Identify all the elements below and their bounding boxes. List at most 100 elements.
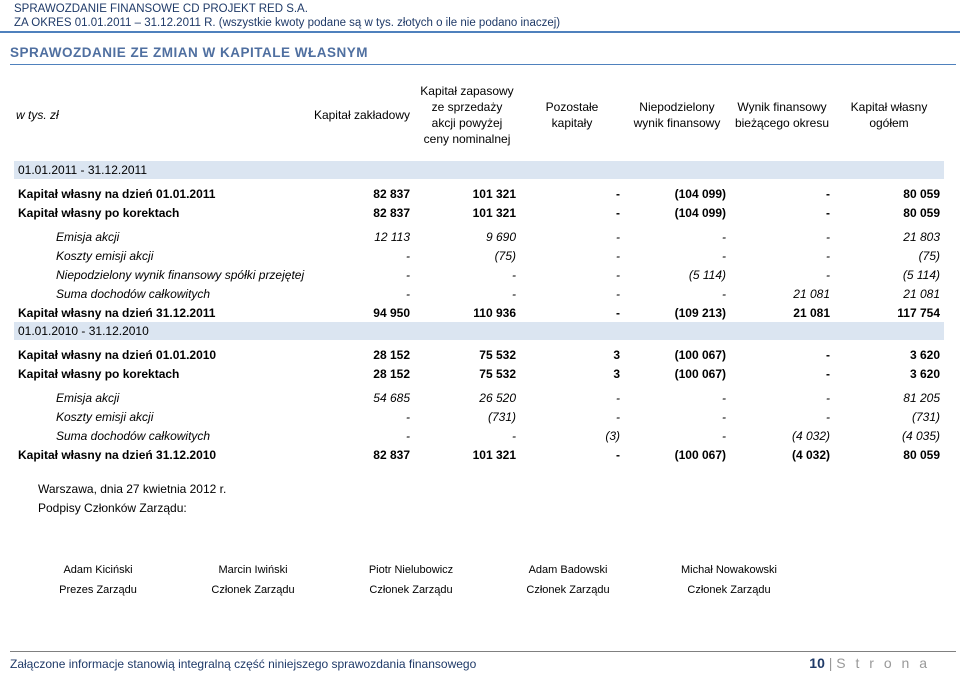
row-label: Koszty emisji akcji	[56, 248, 154, 263]
row-value: -	[406, 286, 410, 301]
signatory-role: Członek Zarządu	[526, 584, 610, 596]
row-value: -	[722, 390, 726, 405]
row-value: -	[512, 428, 516, 443]
row-label: Kapitał własny na dzień 31.12.2010	[18, 447, 217, 462]
row-value: -	[826, 267, 830, 282]
row-value: 94 950	[373, 305, 410, 320]
row-value: (100 067)	[674, 347, 726, 362]
table-row: Emisja akcji 12 113 9 690 - - - 21 803	[14, 227, 944, 246]
table-row: Kapitał własny na dzień 31.12.2010 82 837…	[14, 445, 944, 464]
signatory-name: Adam Kiciński	[63, 564, 133, 576]
row-value: 3	[613, 347, 620, 362]
row-value: -	[826, 186, 830, 201]
signatures-label: Podpisy Członków Zarządu:	[38, 501, 187, 515]
row-value: (100 067)	[674, 447, 726, 462]
section-rule	[10, 64, 956, 65]
row-label: Suma dochodów całkowitych	[56, 286, 211, 301]
row-label: Kapitał własny po korektach	[18, 366, 180, 381]
signatory-name: Piotr Nielubowicz	[368, 564, 454, 576]
period-label: 01.01.2011 - 31.12.2011	[14, 161, 944, 179]
table-row: Kapitał własny po korektach 82 837 101 321…	[14, 203, 944, 222]
period-label: 01.01.2010 - 31.12.2010	[14, 322, 944, 340]
row-label: Kapitał własny po korektach	[18, 205, 180, 220]
row-label: Emisja akcji	[56, 229, 120, 244]
row-value: (104 099)	[674, 205, 726, 220]
row-value: 80 059	[903, 205, 940, 220]
table-row: Koszty emisji akcji - (731) - - - (731)	[14, 407, 944, 426]
row-value: 82 837	[373, 186, 410, 201]
row-value: -	[722, 286, 726, 301]
row-value: -	[616, 267, 620, 282]
period-row: 01.01.2011 - 31.12.2011	[14, 161, 944, 179]
row-label: Kapitał własny na dzień 01.01.2010	[18, 347, 217, 362]
row-value: (100 067)	[674, 366, 726, 381]
period-row: 01.01.2010 - 31.12.2010	[14, 322, 944, 340]
row-value: 110 936	[473, 305, 516, 320]
row-value: 82 837	[373, 447, 410, 462]
row-value: -	[722, 428, 726, 443]
row-label: Kapitał własny na dzień 01.01.2011	[18, 186, 216, 201]
row-value: 54 685	[373, 390, 410, 405]
row-label: Suma dochodów całkowitych	[56, 428, 211, 443]
footer-note: Załączone informacje stanowią integralną…	[10, 657, 477, 671]
row-value: 3	[613, 366, 620, 381]
row-value: (4 032)	[791, 428, 830, 443]
table-header-row: w tys. zł Kapitał zakładowy Kapitał zapa…	[14, 73, 944, 156]
row-label: Niepodzielony wynik finansowy spółki prz…	[56, 267, 305, 282]
row-value: 101 321	[472, 447, 516, 462]
row-value: 21 081	[793, 286, 830, 301]
equity-changes-table: w tys. zł Kapitał zakładowy Kapitał zapa…	[14, 73, 944, 464]
row-value: (4 032)	[791, 447, 830, 462]
signatory-name: Adam Badowski	[528, 564, 608, 576]
row-value: (4 035)	[901, 428, 940, 443]
row-value: 101 321	[472, 205, 516, 220]
page-word: S t r o n a	[836, 655, 930, 671]
row-value: (731)	[911, 409, 940, 424]
row-value: 21 803	[903, 229, 940, 244]
row-label: Emisja akcji	[56, 390, 120, 405]
table-row: Kapitał własny na dzień 01.01.2011 82 837…	[14, 184, 944, 203]
row-value: -	[406, 267, 410, 282]
row-value: -	[826, 229, 830, 244]
row-value: 82 837	[373, 205, 410, 220]
table-row: Suma dochodów całkowitych - - - - 21 081 21 08…	[14, 284, 944, 303]
row-label: Koszty emisji akcji	[56, 409, 154, 424]
row-value: -	[826, 366, 830, 381]
row-value: 3 620	[909, 347, 940, 362]
row-value: 75 532	[479, 347, 516, 362]
row-value: -	[616, 286, 620, 301]
column-header-share-premium: Kapitał zapasowy ze sprzedaży akcji powy…	[420, 83, 514, 146]
row-value: 9 690	[485, 229, 516, 244]
signatory-name: Marcin Iwiński	[218, 564, 288, 576]
page-indicator: 10 | S t r o n a	[809, 655, 930, 671]
row-value: -	[616, 186, 620, 201]
row-value: -	[616, 305, 620, 320]
row-value: -	[826, 409, 830, 424]
row-value: -	[826, 347, 830, 362]
row-value: -	[722, 248, 726, 263]
row-value: -	[616, 447, 620, 462]
row-value: 75 532	[479, 366, 516, 381]
row-value: 21 081	[903, 286, 940, 301]
row-value: -	[616, 229, 620, 244]
signatory-role: Prezes Zarządu	[59, 584, 137, 596]
signatory-name: Michał Nowakowski	[681, 564, 777, 576]
row-value: -	[722, 409, 726, 424]
row-value: 21 081	[793, 305, 830, 320]
table-row: Suma dochodów całkowitych - - (3) - (4 032) (4…	[14, 426, 944, 445]
row-value: (75)	[494, 248, 516, 263]
row-value: (75)	[918, 248, 940, 263]
header-line-1: SPRAWOZDANIE FINANSOWE CD PROJEKT RED S.…	[14, 3, 308, 15]
row-value: -	[616, 390, 620, 405]
row-value: 81 205	[903, 390, 940, 405]
footer-rule	[10, 651, 956, 652]
row-value: 80 059	[903, 447, 940, 462]
signatory-role: Członek Zarządu	[211, 584, 295, 596]
row-value: 3 620	[909, 366, 940, 381]
header-rule	[0, 31, 960, 33]
row-value: 28 152	[373, 347, 410, 362]
row-value: (3)	[605, 428, 620, 443]
document-header: SPRAWOZDANIE FINANSOWE CD PROJEKT RED S.…	[14, 2, 560, 30]
row-value: 101 321	[472, 186, 516, 201]
row-value: -	[826, 390, 830, 405]
